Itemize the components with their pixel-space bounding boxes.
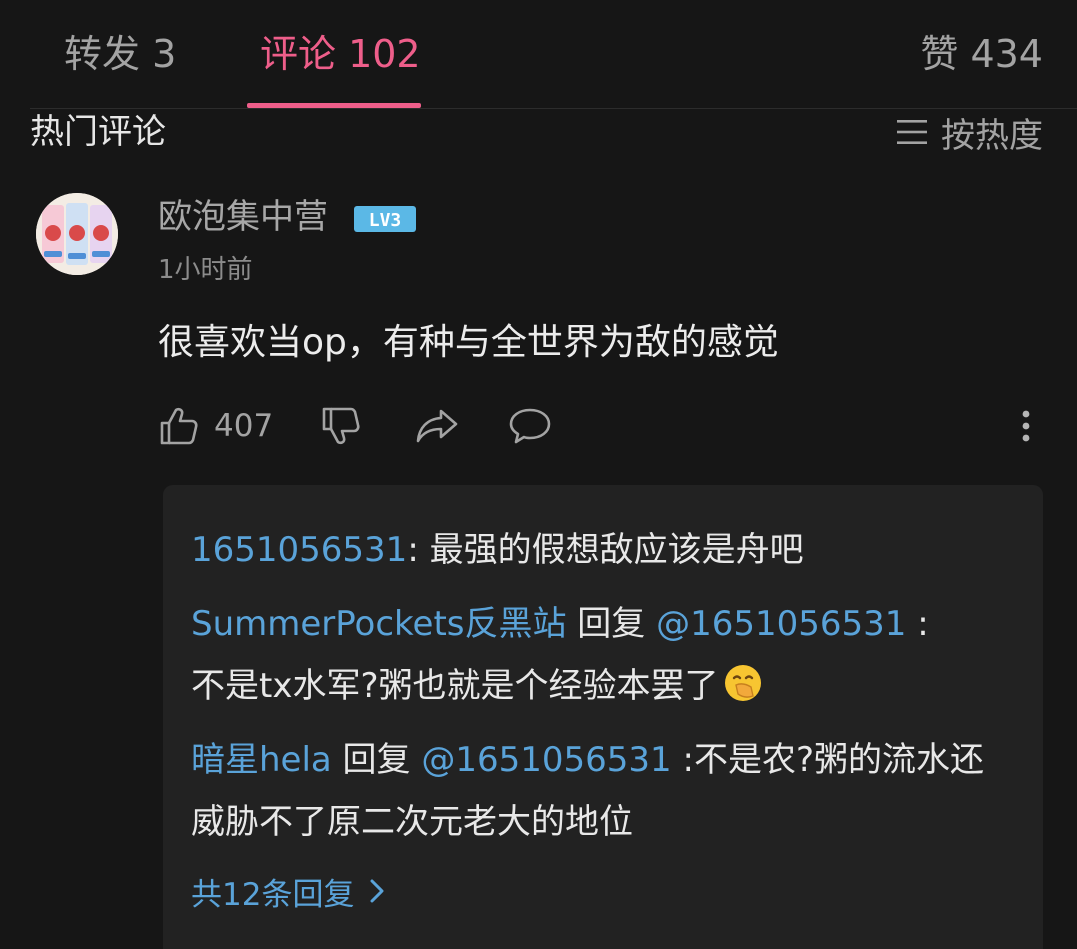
reply-separator: :: [407, 530, 430, 570]
tab-comments[interactable]: 评论 102: [260, 30, 421, 78]
tab-likes[interactable]: 赞 434: [920, 30, 1043, 78]
reply-text: 不是tx水军?粥也就是个经验本罢了: [191, 666, 719, 706]
thumbs-down-icon: [322, 407, 360, 445]
reply-author[interactable]: SummerPockets反黑站: [191, 604, 567, 644]
reply-separator: :: [906, 604, 929, 644]
reply-text: 最强的假想敌应该是舟吧: [429, 530, 804, 570]
reply-item[interactable]: SummerPockets反黑站 回复 @1651056531 : 不是tx水军?…: [191, 593, 991, 717]
level-text: LV3: [369, 210, 402, 231]
more-vertical-icon: [1022, 410, 1030, 442]
reply-author[interactable]: 1651056531: [191, 530, 407, 570]
more-options-button[interactable]: [1018, 400, 1034, 452]
share-icon: [416, 409, 458, 443]
like-button[interactable]: 407: [158, 400, 273, 452]
dislike-button[interactable]: [320, 400, 362, 452]
comment-text: 很喜欢当op，有种与全世界为敌的感觉: [158, 322, 779, 363]
comment-actions: 407: [158, 400, 1048, 452]
reply-item[interactable]: 1651056531: 最强的假想敌应该是舟吧: [191, 519, 991, 581]
comment-timestamp: 1小时前: [158, 255, 253, 285]
more-replies-label: 共12条回复: [191, 876, 355, 913]
covering-mouth-emoji: [724, 665, 761, 701]
view-all-replies-link[interactable]: 共12条回复: [191, 863, 386, 919]
thumbs-up-icon: [160, 407, 198, 445]
reply-item[interactable]: 暗星hela 回复 @1651056531 :不是农?粥的流水还威胁不了原二次元…: [191, 729, 991, 853]
hot-comments-title: 热门评论: [30, 112, 166, 152]
sort-label: 按热度: [941, 115, 1043, 156]
reply-word: 回复: [566, 604, 657, 644]
like-count: 407: [214, 408, 274, 444]
reply-word: 回复: [331, 740, 422, 780]
comment-page: 转发 3 评论 102 赞 434 热门评论 按热度 欧泡集中营 LV3 1小时…: [0, 0, 1077, 949]
comment-username[interactable]: 欧泡集中营: [158, 194, 328, 240]
reply-mention[interactable]: @1651056531: [656, 604, 906, 644]
avatar[interactable]: [36, 193, 118, 275]
reply-separator: :: [671, 740, 694, 780]
sort-icon: [897, 120, 927, 144]
sort-by-hotness-button[interactable]: 按热度: [897, 109, 1043, 156]
level-badge: LV3: [354, 206, 416, 232]
reply-author[interactable]: 暗星hela: [191, 740, 332, 780]
avatar-image: [36, 193, 118, 275]
tab-reposts[interactable]: 转发 3: [64, 30, 176, 78]
reply-mention[interactable]: @1651056531: [421, 740, 671, 780]
reply-button[interactable]: [508, 400, 552, 452]
share-button[interactable]: [414, 400, 460, 452]
replies-panel[interactable]: 1651056531: 最强的假想敌应该是舟吧 SummerPockets反黑站…: [163, 485, 1043, 949]
comment-icon: [509, 408, 551, 444]
chevron-right-icon: [370, 879, 384, 903]
